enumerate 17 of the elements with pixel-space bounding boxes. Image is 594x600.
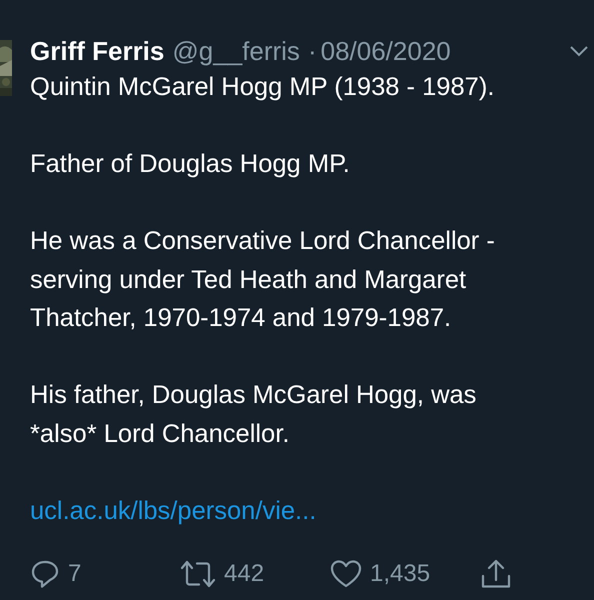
tweet-paragraph: Quintin McGarel Hogg MP (1938 - 1987).	[30, 72, 496, 103]
share-icon[interactable]	[480, 558, 512, 590]
tweet-paragraph: His father, Douglas McGarel Hogg, was *also* Lord Chancellor.	[30, 380, 478, 450]
reply-count: 7	[68, 560, 82, 588]
separator-dot: ·	[308, 35, 317, 68]
heart-icon[interactable]	[330, 559, 362, 589]
retweet-count: 442	[224, 560, 264, 588]
chevron-down-icon[interactable]	[570, 45, 588, 57]
tweet-date[interactable]: 08/06/2020	[320, 34, 451, 68]
reply-icon[interactable]	[30, 559, 60, 589]
like-count: 1,435	[370, 560, 430, 588]
tweet-link[interactable]: ucl.ac.uk/lbs/person/vie...	[30, 492, 316, 530]
author-name[interactable]: Griff Ferris	[30, 34, 164, 68]
tweet-paragraph: He was a Conservative Lord Chancellor - serving under Ted Heath and Margaret Thatcher, 1970-1974 and 1979-1987.	[30, 226, 496, 334]
retweet-icon[interactable]	[180, 559, 216, 589]
tweet-paragraph: Father of Douglas Hogg MP.	[30, 149, 351, 180]
author-handle[interactable]: @g__ferris	[172, 34, 300, 68]
